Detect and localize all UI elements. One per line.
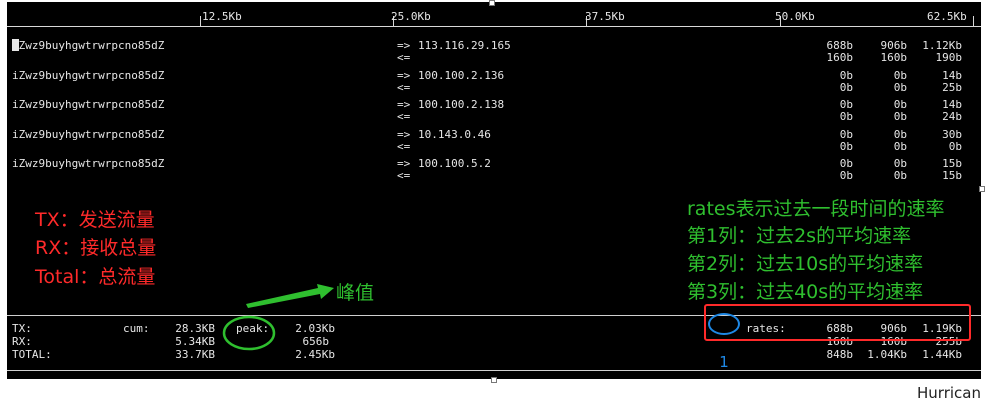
circle-number: 1 bbox=[719, 353, 729, 371]
connection-host: iZwz9buyhgwtrwrpcno85dZ bbox=[12, 69, 165, 82]
watermark: Hurrican bbox=[917, 384, 981, 402]
connection-peer: 113.116.29.165 bbox=[418, 39, 511, 52]
recv-rate: 190b bbox=[935, 51, 963, 64]
connection-peer: 100.100.5.2 bbox=[418, 157, 491, 170]
total-cum: 33.7KB bbox=[175, 348, 215, 361]
resize-handle-top[interactable] bbox=[489, 0, 495, 6]
connection-host: iZwz9buyhgwtrwrpcno85dZ bbox=[12, 39, 165, 52]
recv-rate: 0b bbox=[893, 110, 907, 123]
connection-host: iZwz9buyhgwtrwrpcno85dZ bbox=[12, 157, 165, 170]
terminal-window: 12.5Kb 25.0Kb 37.5Kb 50.0Kb 62.5Kb iZwz9… bbox=[7, 2, 981, 379]
annotation-rates: rates表示过去一段时间的速率 bbox=[687, 198, 945, 220]
circle-number-badge: 1 bbox=[708, 313, 740, 371]
peak-arrow-icon bbox=[246, 284, 334, 308]
scale-tick-label: 37.5Kb bbox=[585, 10, 625, 23]
recv-arrow: <= bbox=[397, 140, 411, 153]
scale-tick-label: 50.0Kb bbox=[775, 10, 815, 23]
recv-rate: 25b bbox=[942, 81, 962, 94]
summary-rate: 848b bbox=[826, 348, 854, 361]
recv-arrow: <= bbox=[397, 110, 411, 123]
connection-peer: 10.143.0.46 bbox=[418, 128, 491, 141]
scale-tick-label: 12.5Kb bbox=[202, 10, 242, 23]
resize-handle-right[interactable] bbox=[979, 186, 985, 192]
recv-arrow: <= bbox=[397, 81, 411, 94]
recv-rate: 0b bbox=[893, 140, 907, 153]
tx-cum: 28.3KB bbox=[175, 322, 215, 335]
recv-rate: 0b bbox=[893, 81, 907, 94]
recv-rate: 160b bbox=[880, 51, 908, 64]
rx-cum: 5.34KB bbox=[175, 335, 215, 348]
scale-tick bbox=[973, 16, 974, 26]
summary-label-total: TOTAL: bbox=[12, 348, 52, 361]
connection-host: iZwz9buyhgwtrwrpcno85dZ bbox=[12, 128, 165, 141]
tx-peak: 2.03Kb bbox=[295, 322, 335, 335]
annotation-col3: 第3列：过去40s的平均速率 bbox=[687, 281, 924, 303]
summary-rate: 1.04Kb bbox=[867, 348, 907, 361]
annotation-col1: 第1列：过去2s的平均速率 bbox=[687, 225, 912, 247]
recv-rate: 24b bbox=[942, 110, 962, 123]
recv-rate: 0b bbox=[839, 81, 853, 94]
summary-label-rx: RX: bbox=[12, 335, 32, 348]
peak-highlight-circle bbox=[222, 315, 276, 351]
annotation-col2: 第2列：过去10s的平均速率 bbox=[687, 253, 924, 275]
connection-peer: 100.100.2.138 bbox=[418, 98, 505, 111]
cum-label: cum: bbox=[123, 322, 150, 335]
recv-arrow: <= bbox=[397, 169, 411, 182]
recv-rate: 0b bbox=[839, 140, 853, 153]
recv-rate: 0b bbox=[839, 110, 853, 123]
annotation-rx: RX：接收总量 bbox=[35, 237, 157, 259]
recv-rate: 15b bbox=[942, 169, 962, 182]
scale-tick-label: 62.5Kb bbox=[927, 10, 967, 23]
recv-arrow: <= bbox=[397, 51, 411, 64]
summary-label-tx: TX: bbox=[12, 322, 32, 335]
resize-handle-bottom[interactable] bbox=[491, 377, 497, 383]
rx-peak: 656b bbox=[302, 335, 330, 348]
annotation-tx: TX：发送流量 bbox=[35, 209, 155, 231]
recv-rate: 0b bbox=[948, 140, 962, 153]
connection-host: iZwz9buyhgwtrwrpcno85dZ bbox=[12, 98, 165, 111]
recv-rate: 0b bbox=[893, 169, 907, 182]
annotation-total: Total：总流量 bbox=[35, 266, 156, 288]
scale-tick-label: 25.0Kb bbox=[391, 10, 431, 23]
recv-rate: 0b bbox=[839, 169, 853, 182]
bottom-divider bbox=[7, 370, 981, 371]
scale-tick bbox=[200, 16, 201, 26]
total-peak: 2.45Kb bbox=[295, 348, 335, 361]
scale-axis-line bbox=[7, 26, 981, 27]
connection-peer: 100.100.2.136 bbox=[418, 69, 505, 82]
recv-rate: 160b bbox=[826, 51, 854, 64]
summary-rate: 1.44Kb bbox=[922, 348, 962, 361]
